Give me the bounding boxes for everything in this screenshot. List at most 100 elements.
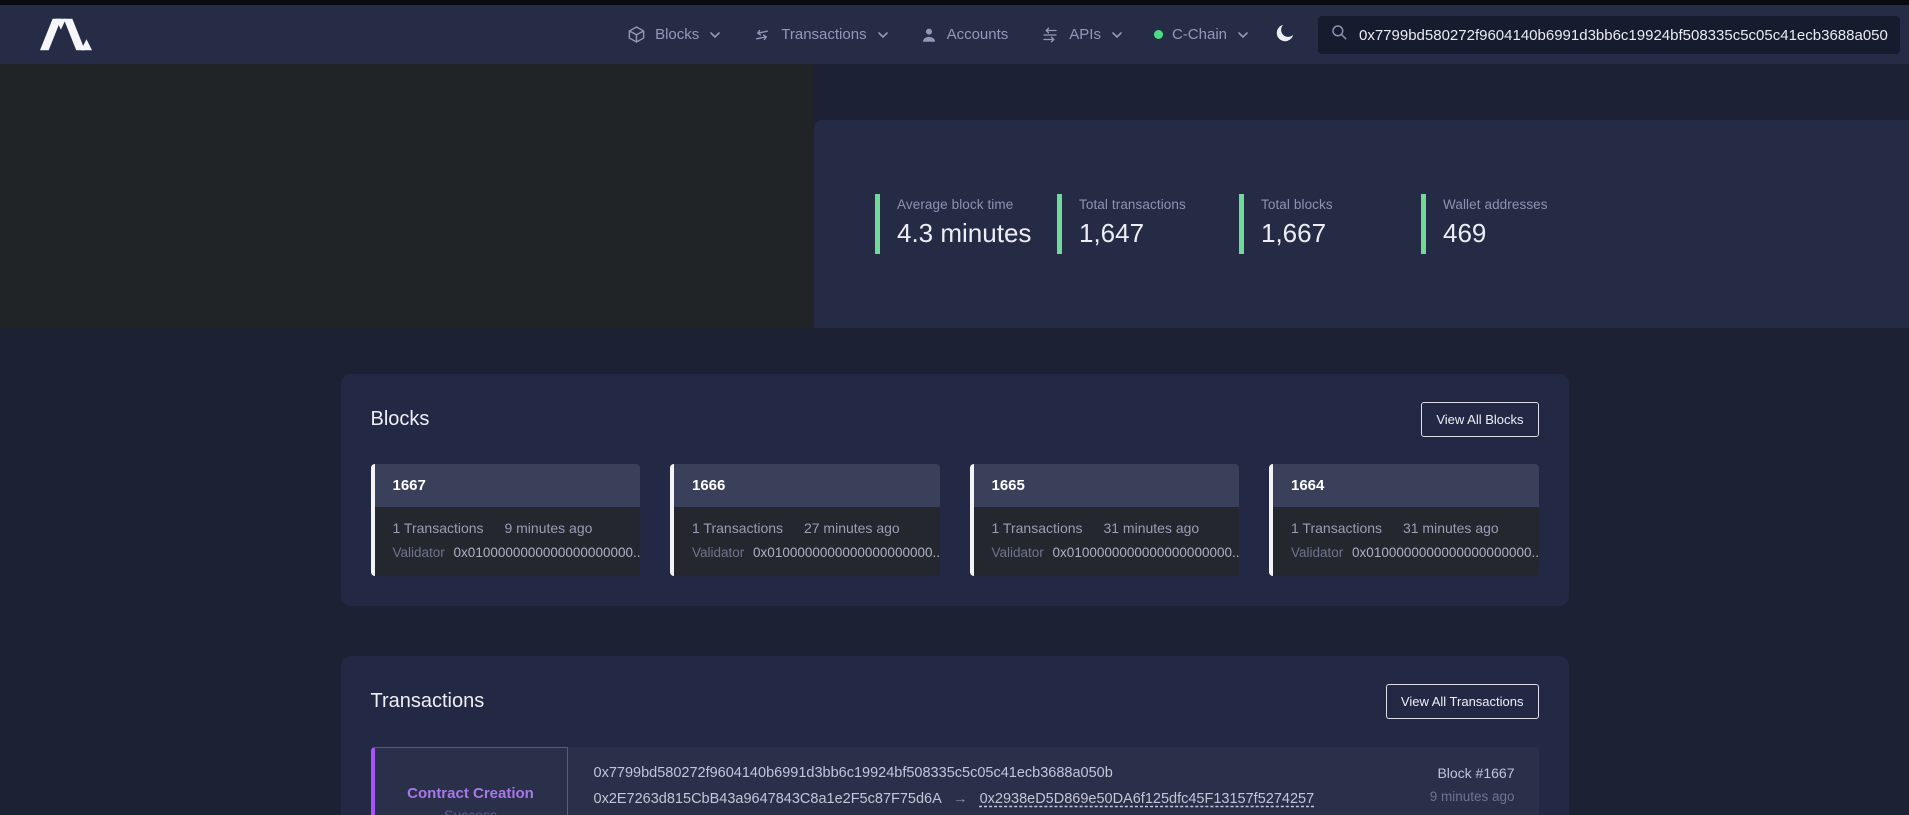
main-content: Blocks View All Blocks 1667 1 Transactio… (341, 374, 1569, 815)
search-icon (1330, 23, 1348, 46)
swap-arrows-icon (751, 24, 774, 46)
stat-value: 469 (1443, 218, 1589, 249)
block-card[interactable]: 1665 1 Transactions 31 minutes ago Valid… (970, 464, 1240, 576)
stat-average-block-time: Average block time 4.3 minutes (875, 194, 1057, 254)
validator-address: 0x0100000000000000000000... (1352, 545, 1538, 560)
stat-label: Total blocks (1261, 197, 1407, 212)
nav-menu: Blocks Transactions Accounts (627, 25, 1248, 44)
transaction-addresses: 0x2E7263d815CbB43a9647843C8a1e2F5c87F75d… (594, 791, 1380, 807)
block-number[interactable]: 1666 (674, 464, 940, 507)
block-time-ago: 27 minutes ago (804, 520, 900, 536)
nav-item-apis[interactable]: APIs (1040, 26, 1122, 44)
nav-item-blocks[interactable]: Blocks (627, 25, 720, 44)
blocks-section: Blocks View All Blocks 1667 1 Transactio… (341, 374, 1569, 606)
nav-item-chain-select[interactable]: C-Chain (1154, 26, 1248, 43)
validator-line: Validator 0x0100000000000000000000... (992, 545, 1222, 560)
transaction-time-ago: 9 minutes ago (1430, 789, 1515, 804)
nav-label: Transactions (781, 26, 866, 43)
validator-label: Validator (992, 545, 1044, 560)
validator-label: Validator (692, 545, 744, 560)
nav-label: APIs (1069, 26, 1101, 43)
validator-line: Validator 0x0100000000000000000000... (1291, 545, 1521, 560)
cube-icon (627, 25, 646, 44)
chevron-down-icon (1112, 32, 1122, 38)
nav-label: C-Chain (1172, 26, 1227, 43)
stat-value: 1,667 (1261, 218, 1407, 249)
hero-right-panel: Average block time 4.3 minutes Total tra… (814, 64, 1909, 328)
theme-toggle-button[interactable] (1274, 22, 1296, 47)
arrow-right-icon: → (953, 791, 968, 807)
chain-status-dot (1154, 30, 1163, 39)
block-number[interactable]: 1664 (1273, 464, 1539, 507)
hero-section: Average block time 4.3 minutes Total tra… (0, 64, 1909, 328)
blocks-section-header: Blocks View All Blocks (371, 402, 1539, 437)
chevron-down-icon (1238, 32, 1248, 38)
validator-label: Validator (393, 545, 445, 560)
search-input[interactable]: 0x7799bd580272f9604140b6991d3bb6c19924bf… (1318, 16, 1900, 54)
hero-left-panel (0, 64, 814, 328)
nav-item-accounts[interactable]: Accounts (920, 26, 1009, 44)
block-card[interactable]: 1666 1 Transactions 27 minutes ago Valid… (670, 464, 940, 576)
stat-label: Total transactions (1079, 197, 1225, 212)
stats-panel: Average block time 4.3 minutes Total tra… (814, 120, 1909, 328)
view-all-transactions-button[interactable]: View All Transactions (1386, 684, 1539, 719)
transaction-meta: Block #1667 9 minutes ago (1406, 747, 1539, 815)
stat-value: 4.3 minutes (897, 218, 1043, 249)
block-card-body: 1 Transactions 31 minutes ago Validator … (974, 507, 1240, 576)
from-address[interactable]: 0x2E7263d815CbB43a9647843C8a1e2F5c87F75d… (594, 791, 942, 807)
validator-address: 0x0100000000000000000000... (1053, 545, 1239, 560)
nav-label: Accounts (947, 26, 1009, 43)
transaction-status: Success (444, 807, 497, 815)
to-address-link[interactable]: 0x2938eD5D869e50DA6f125dfc45F13157f52742… (980, 791, 1315, 807)
block-card[interactable]: 1667 1 Transactions 9 minutes ago Valida… (371, 464, 641, 576)
stat-wallet-addresses: Wallet addresses 469 (1421, 194, 1603, 254)
nav-label: Blocks (655, 26, 699, 43)
nav-item-transactions[interactable]: Transactions (752, 26, 887, 44)
transaction-details: 0x7799bd580272f9604140b6991d3bb6c19924bf… (568, 747, 1406, 815)
validator-line: Validator 0x0100000000000000000000... (393, 545, 623, 560)
block-tx-count: 1 Transactions (992, 520, 1083, 536)
moon-icon (1274, 22, 1296, 47)
block-tx-count: 1 Transactions (1291, 520, 1382, 536)
person-icon (920, 26, 938, 44)
blocks-title: Blocks (371, 408, 430, 431)
block-card-body: 1 Transactions 27 minutes ago Validator … (674, 507, 940, 576)
view-all-blocks-button[interactable]: View All Blocks (1421, 402, 1538, 437)
transactions-section: Transactions View All Transactions Contr… (341, 656, 1569, 815)
stat-value: 1,647 (1079, 218, 1225, 249)
block-time-ago: 31 minutes ago (1403, 520, 1499, 536)
transactions-title: Transactions (371, 690, 485, 713)
block-number[interactable]: 1665 (974, 464, 1240, 507)
block-summary-line: 1 Transactions 31 minutes ago (1291, 520, 1521, 536)
block-time-ago: 31 minutes ago (1103, 520, 1199, 536)
block-summary-line: 1 Transactions 9 minutes ago (393, 520, 623, 536)
search-value: 0x7799bd580272f9604140b6991d3bb6c19924bf… (1359, 26, 1888, 44)
block-tx-count: 1 Transactions (393, 520, 484, 536)
transaction-type: Contract Creation (407, 785, 534, 802)
stat-label: Wallet addresses (1443, 197, 1589, 212)
block-number[interactable]: 1667 (375, 464, 641, 507)
validator-address: 0x0100000000000000000000... (454, 545, 640, 560)
validator-line: Validator 0x0100000000000000000000... (692, 545, 922, 560)
validator-address: 0x0100000000000000000000... (753, 545, 939, 560)
chevron-down-icon (710, 32, 720, 38)
stat-label: Average block time (897, 197, 1043, 212)
chevron-down-icon (878, 32, 888, 38)
transaction-row[interactable]: Contract Creation Success 0x7799bd580272… (371, 747, 1539, 815)
transaction-hash[interactable]: 0x7799bd580272f9604140b6991d3bb6c19924bf… (594, 765, 1380, 781)
transaction-status-box: Contract Creation Success (371, 747, 568, 815)
api-lines-icon (1040, 26, 1060, 44)
block-card[interactable]: 1664 1 Transactions 31 minutes ago Valid… (1269, 464, 1539, 576)
block-card-list: 1667 1 Transactions 9 minutes ago Valida… (371, 464, 1539, 576)
stat-total-blocks: Total blocks 1,667 (1239, 194, 1421, 254)
transaction-block-link[interactable]: Block #1667 (1430, 765, 1515, 781)
block-card-body: 1 Transactions 9 minutes ago Validator 0… (375, 507, 641, 576)
stat-total-transactions: Total transactions 1,647 (1057, 194, 1239, 254)
validator-label: Validator (1291, 545, 1343, 560)
block-summary-line: 1 Transactions 31 minutes ago (992, 520, 1222, 536)
transactions-section-header: Transactions View All Transactions (371, 684, 1539, 719)
block-summary-line: 1 Transactions 27 minutes ago (692, 520, 922, 536)
block-tx-count: 1 Transactions (692, 520, 783, 536)
avalanche-logo[interactable] (40, 18, 92, 51)
block-card-body: 1 Transactions 31 minutes ago Validator … (1273, 507, 1539, 576)
